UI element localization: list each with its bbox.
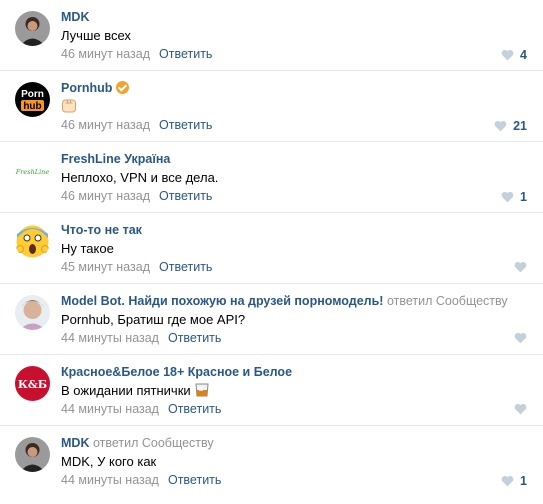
reply-meta: ответил Сообществу [92, 436, 214, 450]
author-name-link[interactable]: MDK [61, 10, 89, 24]
avatar-pornhub-logo: Porn hub [15, 82, 50, 117]
svg-text:Porn: Porn [21, 89, 44, 100]
like-count: 1 [520, 474, 527, 488]
comment-time[interactable]: 44 минуты назад [61, 402, 159, 416]
comment-footer: 44 минуты назад Ответить [61, 330, 221, 346]
heart-icon [514, 332, 527, 344]
comment-item: Model Bot. Найди похожую на друзей порно… [0, 284, 543, 355]
reply-link[interactable]: Ответить [168, 331, 221, 345]
reply-meta: ответил Сообществу [386, 294, 508, 308]
avatar-freshline-logo: FreshLine [15, 153, 50, 188]
like-button[interactable] [514, 261, 527, 273]
comment-item: MDK ответил Сообществу MDK, У кого как 4… [0, 426, 543, 497]
reply-link[interactable]: Ответить [159, 47, 212, 61]
heart-icon [514, 403, 527, 415]
like-count: 1 [520, 190, 527, 204]
author-name-link[interactable]: Model Bot. Найди похожую на друзей порно… [61, 294, 383, 308]
avatar-model-bot-image [15, 295, 50, 330]
comment-text: Pornhub, Братиш где мое API? [61, 312, 246, 327]
comment-time[interactable]: 46 минут назад [61, 189, 150, 203]
author-name-link[interactable]: FreshLine Україна [61, 152, 170, 166]
heart-icon [494, 120, 507, 132]
comment-footer: 46 минут назад Ответить [61, 188, 212, 204]
comment-item: Что-то не так Ну такое 45 минут назад Отв… [0, 213, 543, 284]
like-button[interactable] [514, 332, 527, 344]
comment-author: Model Bot. Найди похожую на друзей порно… [61, 293, 508, 309]
avatar[interactable] [15, 437, 50, 472]
avatar-kb-logo: К&Б [15, 366, 50, 401]
avatar-mdk-image [15, 11, 50, 46]
author-name-link[interactable]: Что-то не так [61, 223, 142, 237]
verified-icon [116, 81, 130, 94]
avatar[interactable] [15, 295, 50, 330]
comment-author: Что-то не так [61, 222, 142, 238]
comment-footer: 44 минуты назад Ответить [61, 472, 221, 488]
comment-item: К&Б Красное&Белое 18+ Красное и Белое В … [0, 355, 543, 426]
svg-text:hub: hub [23, 101, 41, 112]
author-name-link[interactable]: MDK [61, 436, 89, 450]
avatar[interactable]: FreshLine [15, 153, 50, 188]
comment-time[interactable]: 44 минуты назад [61, 331, 159, 345]
heart-icon [501, 49, 514, 61]
comment-text [61, 98, 77, 115]
svg-text:FreshLine: FreshLine [15, 168, 49, 176]
heart-icon [501, 191, 514, 203]
comment-text: В ожидании пятнички [61, 382, 210, 399]
avatar[interactable]: Porn hub [15, 82, 50, 117]
heart-icon [514, 261, 527, 273]
comment-footer: 46 минут назад Ответить [61, 117, 212, 133]
comment-item: MDK Лучше всех 46 минут назад Ответить 4 [0, 0, 543, 71]
comment-footer: 46 минут назад Ответить [61, 46, 212, 62]
comment-text: Неплохо, VPN и все дела. [61, 170, 219, 185]
comments-list: MDK Лучше всех 46 минут назад Ответить 4 … [0, 0, 543, 497]
comment-time[interactable]: 44 минуты назад [61, 473, 159, 487]
comment-text: MDK, У кого как [61, 454, 157, 469]
like-button[interactable]: 1 [501, 474, 527, 488]
comment-text: Лучше всех [61, 28, 131, 43]
comment-time[interactable]: 46 минут назад [61, 118, 150, 132]
like-count: 4 [520, 48, 527, 62]
like-button[interactable]: 21 [494, 119, 527, 133]
avatar[interactable] [15, 224, 50, 259]
comment-text: Ну такое [61, 241, 114, 256]
reply-link[interactable]: Ответить [159, 189, 212, 203]
author-name-link[interactable]: Красное&Белое 18+ Красное и Белое [61, 365, 292, 379]
author-name-link[interactable]: Pornhub [61, 81, 112, 95]
avatar-mdk-image [15, 437, 50, 472]
reply-link[interactable]: Ответить [159, 118, 212, 132]
comment-author: FreshLine Україна [61, 151, 170, 167]
fist-emoji-icon [62, 99, 76, 113]
comment-author: MDK ответил Сообществу [61, 435, 214, 451]
svg-text:К&Б: К&Б [18, 378, 47, 391]
reply-link[interactable]: Ответить [168, 402, 221, 416]
like-count: 21 [513, 119, 527, 133]
avatar-scream-emoji [15, 224, 50, 259]
like-button[interactable]: 1 [501, 190, 527, 204]
comment-author: MDK [61, 9, 89, 25]
comment-footer: 44 минуты назад Ответить [61, 401, 221, 417]
whisky-glass-emoji-icon [195, 383, 209, 397]
avatar[interactable] [15, 11, 50, 46]
comment-footer: 45 минут назад Ответить [61, 259, 212, 275]
reply-link[interactable]: Ответить [168, 473, 221, 487]
comment-time[interactable]: 45 минут назад [61, 260, 150, 274]
heart-icon [501, 475, 514, 487]
like-button[interactable] [514, 403, 527, 415]
comment-time[interactable]: 46 минут назад [61, 47, 150, 61]
comment-item: FreshLine FreshLine Україна Неплохо, VPN… [0, 142, 543, 213]
avatar[interactable]: К&Б [15, 366, 50, 401]
reply-link[interactable]: Ответить [159, 260, 212, 274]
comment-author: Pornhub [61, 80, 130, 96]
comment-item: Porn hub Pornhub 46 минут назад Ответить … [0, 71, 543, 142]
comment-author: Красное&Белое 18+ Красное и Белое [61, 364, 292, 380]
like-button[interactable]: 4 [501, 48, 527, 62]
